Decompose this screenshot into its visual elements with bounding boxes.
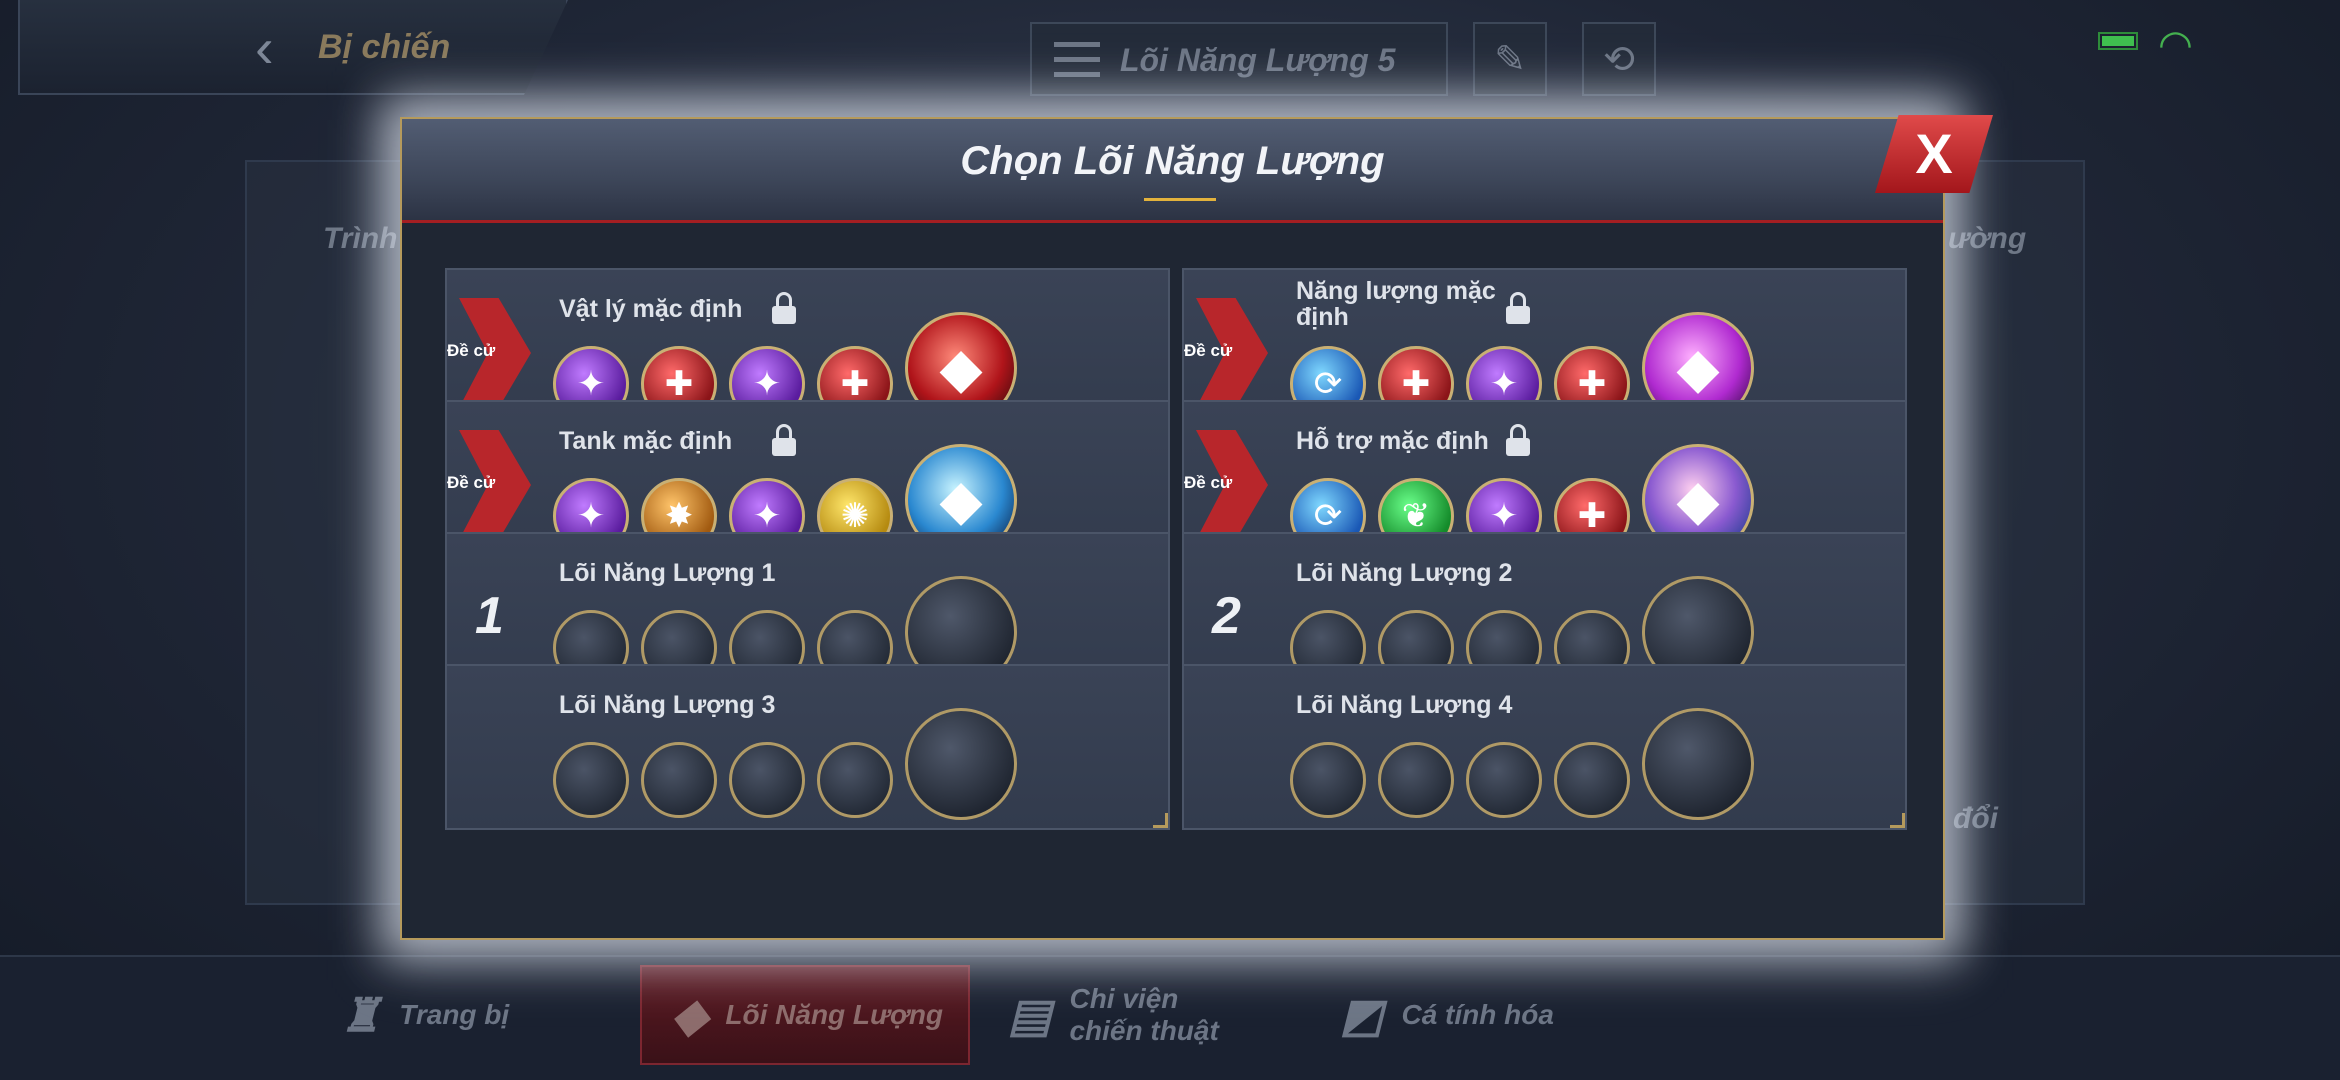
- back-chevron-icon: ‹: [255, 16, 274, 79]
- back-label: Bị chiến: [318, 28, 451, 66]
- background-label-right: ường: [1948, 222, 2027, 255]
- recommended-label: Đề cử: [1184, 341, 1233, 360]
- wifi-icon: ◠: [2158, 23, 2193, 67]
- nav-item-label: Trang bị: [399, 999, 510, 1030]
- recommended-tag: Đề cử: [1184, 298, 1268, 408]
- swap-button[interactable]: ⟲: [1582, 22, 1656, 96]
- nav-item-label: Lõi Năng Lượng: [725, 999, 944, 1030]
- slot-name: Lõi Năng Lượng 1: [559, 559, 776, 587]
- recommended-tag: Đề cử: [447, 430, 531, 540]
- empty-core-slot[interactable]: [1642, 708, 1754, 820]
- nav-item-energy-core[interactable]: ◆ Lõi Năng Lượng: [640, 965, 970, 1065]
- recommended-tag: Đề cử: [1184, 430, 1268, 540]
- recommended-label: Đề cử: [1184, 473, 1233, 492]
- empty-rune-slot[interactable]: [1290, 742, 1366, 818]
- preset-name: Hỗ trợ mặc định: [1296, 427, 1489, 455]
- empty-rune-slot[interactable]: [817, 742, 893, 818]
- dialog-header: Chọn Lõi Năng Lượng: [402, 119, 1943, 223]
- preset-name: Vật lý mặc định: [559, 295, 743, 323]
- slot-name: Lõi Năng Lượng 4: [1296, 691, 1513, 719]
- nav-item-customize[interactable]: ◩ Cá tính hóa: [1340, 965, 1554, 1065]
- empty-rune-slot[interactable]: [641, 742, 717, 818]
- energy-core-dialog: Chọn Lõi Năng Lượng X Đề cử Vật lý mặc đị…: [400, 115, 1993, 940]
- recommended-tag: Đề cử: [447, 298, 531, 408]
- empty-rune-slot[interactable]: [553, 742, 629, 818]
- slot-name: Lõi Năng Lượng 3: [559, 691, 776, 719]
- core-icon: ◆: [672, 989, 708, 1041]
- nav-item-tactics[interactable]: ▤ Chi viện chiến thuật: [1008, 965, 1249, 1065]
- loadout-name: Lõi Năng Lượng 5: [1120, 42, 1396, 78]
- empty-rune-slot[interactable]: [729, 742, 805, 818]
- swap-icon: ⟲: [1603, 38, 1635, 81]
- pencil-icon: ✎: [1494, 38, 1526, 81]
- recommended-label: Đề cử: [447, 473, 496, 492]
- empty-rune-slot[interactable]: [1554, 742, 1630, 818]
- edit-button[interactable]: ✎: [1473, 22, 1547, 96]
- preset-name: Tank mặc định: [559, 427, 733, 455]
- empty-rune-slot[interactable]: [1378, 742, 1454, 818]
- list-icon: [1054, 42, 1100, 80]
- preset-name: Năng lượng mặc định: [1296, 277, 1496, 331]
- nav-item-equipment[interactable]: ♜ Trang bị: [340, 965, 509, 1065]
- lock-icon: [1506, 292, 1530, 326]
- customize-icon: ◩: [1340, 989, 1384, 1041]
- nav-item-label: Cá tính hóa: [1401, 999, 1554, 1030]
- background-label-bottom-right: đổi: [1953, 802, 1998, 835]
- slot-name: Lõi Năng Lượng 2: [1296, 559, 1513, 587]
- slot-number: 2: [1212, 587, 1241, 645]
- nav-item-label: Chi viện chiến thuật: [1069, 983, 1219, 1046]
- title-underline: [1144, 198, 1216, 201]
- custom-slot-card[interactable]: Lõi Năng Lượng 4: [1182, 664, 1907, 830]
- recommended-label: Đề cử: [447, 341, 496, 360]
- loadout-selector[interactable]: Lõi Năng Lượng 5: [1030, 22, 1448, 96]
- dialog-body[interactable]: Đề cử Vật lý mặc định ✦ ✚ ✦ ✚ ◆ Đề cử Năng lượng…: [402, 226, 1943, 938]
- empty-core-slot[interactable]: [905, 708, 1017, 820]
- slot-number: 1: [475, 587, 504, 645]
- back-button[interactable]: [18, 0, 568, 95]
- lock-icon: [1506, 424, 1530, 458]
- tactics-icon: ▤: [1008, 989, 1052, 1041]
- lock-icon: [772, 292, 796, 326]
- battery-icon: [2098, 32, 2138, 50]
- custom-slot-card[interactable]: Lõi Năng Lượng 3: [445, 664, 1170, 830]
- lock-icon: [772, 424, 796, 458]
- close-icon: X: [1915, 122, 1953, 185]
- armor-icon: ♜: [340, 989, 382, 1041]
- empty-rune-slot[interactable]: [1466, 742, 1542, 818]
- dialog-title: Chọn Lõi Năng Lượng: [960, 139, 1385, 183]
